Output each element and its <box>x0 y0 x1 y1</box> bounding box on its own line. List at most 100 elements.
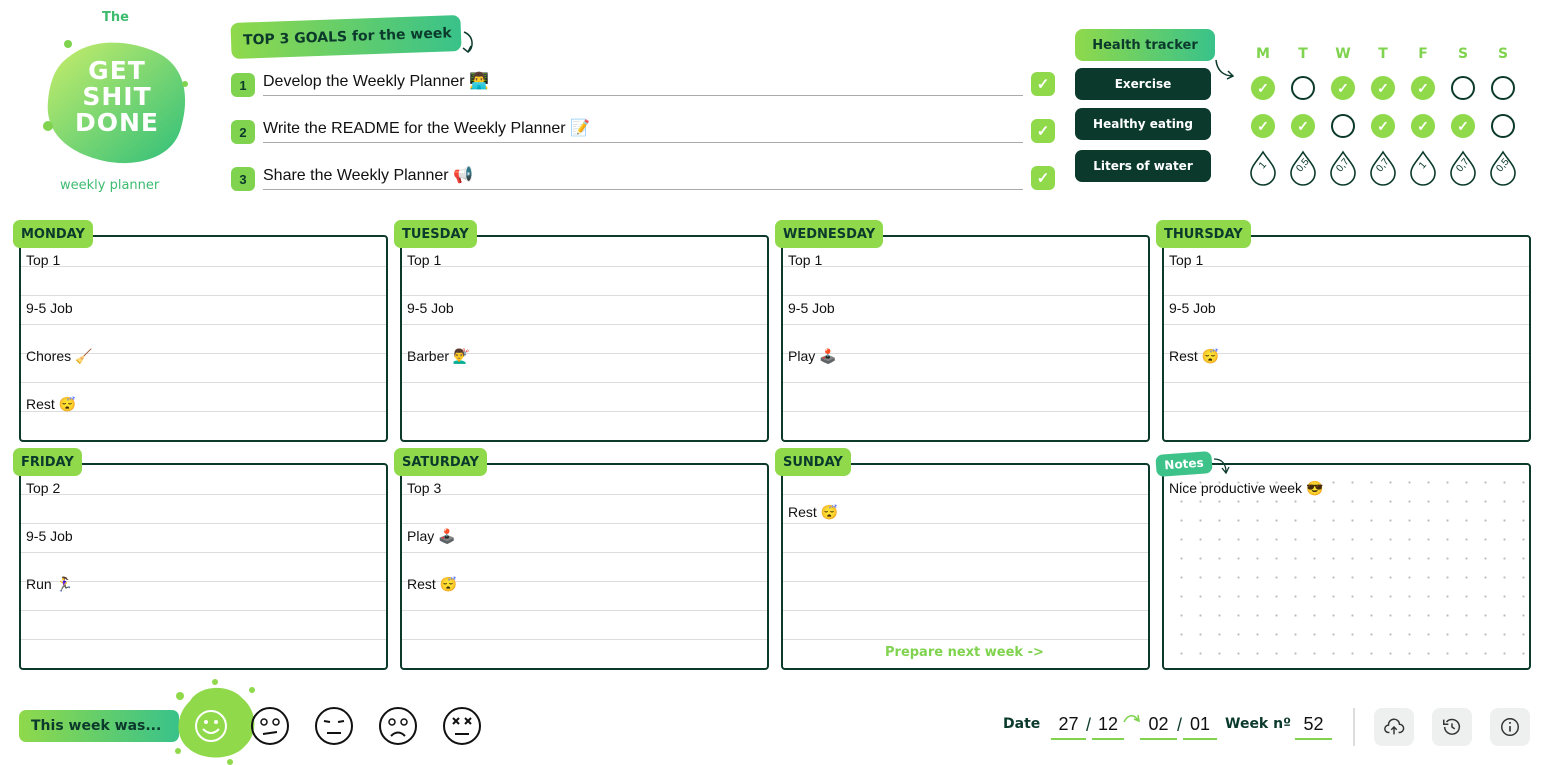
date-to-day-input[interactable]: 02 <box>1140 712 1177 740</box>
exercise-checkbox[interactable]: ✓ <box>1371 76 1395 100</box>
water-drop-input[interactable]: 0,5 <box>1288 150 1318 186</box>
history-icon <box>1443 718 1461 735</box>
water-drop-input[interactable]: 0,7 <box>1328 150 1358 186</box>
day-card-saturday[interactable]: Top 3 Play 🕹️ Rest 😴 <box>400 463 769 670</box>
ruled-line <box>1164 324 1529 325</box>
day-card-monday[interactable]: Top 1 9-5 Job Chores 🧹 Rest 😴 <box>19 235 388 442</box>
goal-input[interactable]: Share the Weekly Planner 📢 <box>263 164 1023 190</box>
goal-checkbox[interactable]: ✓ <box>1031 72 1055 96</box>
day-entry[interactable]: 9-5 Job <box>788 300 835 316</box>
ruled-line <box>402 382 767 383</box>
mood-meh-icon[interactable] <box>314 706 354 746</box>
info-button[interactable] <box>1490 708 1530 746</box>
info-icon <box>1501 718 1519 736</box>
day-entry[interactable]: Rest 😴 <box>1169 348 1219 365</box>
exercise-checkbox[interactable] <box>1291 76 1315 100</box>
ruled-line <box>1164 382 1529 383</box>
water-drop-input[interactable]: 0,7 <box>1448 150 1478 186</box>
goal-checkbox[interactable]: ✓ <box>1031 166 1055 190</box>
eating-checkbox[interactable] <box>1331 114 1355 138</box>
day-card-wednesday[interactable]: Top 1 9-5 Job Play 🕹️ <box>781 235 1150 442</box>
water-drop-input[interactable]: 1 <box>1248 150 1278 186</box>
date-separator: / <box>1177 715 1183 735</box>
day-card-sunday[interactable]: Rest 😴 <box>781 463 1150 670</box>
mood-dead-icon[interactable] <box>442 706 482 746</box>
logo-line-2: SHIT <box>82 82 152 111</box>
water-drop-input[interactable]: 0,7 <box>1368 150 1398 186</box>
exercise-checkbox[interactable] <box>1451 76 1475 100</box>
goal-input[interactable]: Write the README for the Weekly Planner … <box>263 117 1023 143</box>
ruled-line <box>783 552 1148 553</box>
day-entry[interactable]: Barber 💇‍♂️ <box>407 348 470 365</box>
mood-neutral-icon[interactable] <box>250 706 290 746</box>
ruled-line <box>21 639 386 640</box>
exercise-checkbox[interactable]: ✓ <box>1411 76 1435 100</box>
this-week-was-label: This week was... <box>19 710 179 742</box>
ruled-line <box>783 610 1148 611</box>
day-entry[interactable]: 9-5 Job <box>407 300 454 316</box>
day-card-tuesday[interactable]: Top 1 9-5 Job Barber 💇‍♂️ <box>400 235 769 442</box>
day-entry[interactable]: Rest 😴 <box>407 576 457 593</box>
date-separator: / <box>1086 715 1092 735</box>
water-drop-input[interactable]: 0,5 <box>1488 150 1518 186</box>
healthy-eating-label: Healthy eating <box>1075 108 1211 140</box>
ruled-line <box>402 266 767 267</box>
day-entry[interactable]: Run 🏃‍♀️ <box>26 576 73 593</box>
prepare-next-week-link[interactable]: Prepare next week -> <box>885 645 1044 660</box>
history-button[interactable] <box>1432 708 1472 746</box>
eating-checkbox[interactable]: ✓ <box>1371 114 1395 138</box>
eating-checkbox[interactable]: ✓ <box>1251 114 1275 138</box>
goal-input[interactable]: Develop the Weekly Planner 👨‍💻 <box>263 70 1023 96</box>
day-entry[interactable]: Play 🕹️ <box>407 528 456 545</box>
day-entry[interactable]: Top 3 <box>407 480 441 496</box>
day-entry[interactable]: Top 1 <box>788 252 822 268</box>
day-entry[interactable]: Top 2 <box>26 480 60 496</box>
tracker-day-label: S <box>1497 46 1509 62</box>
day-entry[interactable]: Top 1 <box>26 252 60 268</box>
upload-button[interactable] <box>1374 708 1414 746</box>
day-entry[interactable]: Chores 🧹 <box>26 348 92 365</box>
goal-row: 3 Share the Weekly Planner 📢 ✓ <box>231 164 1057 192</box>
ruled-line <box>402 639 767 640</box>
ruled-line <box>21 324 386 325</box>
logo-title: GET SHIT DONE <box>52 58 182 136</box>
goal-number: 1 <box>231 73 255 97</box>
date-to-month-input[interactable]: 01 <box>1183 712 1217 740</box>
exercise-checkbox[interactable] <box>1491 76 1515 100</box>
goals-heading: TOP 3 GOALS for the week <box>230 14 462 60</box>
exercise-checkbox[interactable]: ✓ <box>1251 76 1275 100</box>
day-entry[interactable]: Rest 😴 <box>26 396 76 413</box>
exercise-label: Exercise <box>1075 68 1211 100</box>
mood-splash-happy-icon[interactable] <box>170 676 260 765</box>
mood-sad-icon[interactable] <box>378 706 418 746</box>
notes-text[interactable]: Nice productive week 😎 <box>1169 480 1323 497</box>
ruled-line <box>402 523 767 524</box>
date-from-day-input[interactable]: 27 <box>1051 712 1086 740</box>
tracker-day-label: F <box>1418 46 1428 62</box>
date-from-month-input[interactable]: 12 <box>1092 712 1124 740</box>
goal-checkbox[interactable]: ✓ <box>1031 119 1055 143</box>
ruled-line <box>783 581 1148 582</box>
week-number-input[interactable]: 52 <box>1295 712 1332 740</box>
exercise-checkbox[interactable]: ✓ <box>1331 76 1355 100</box>
notes-card[interactable]: Nice productive week 😎 <box>1162 463 1531 670</box>
day-entry[interactable]: Play 🕹️ <box>788 348 837 365</box>
eating-checkbox[interactable]: ✓ <box>1411 114 1435 138</box>
eating-checkbox[interactable] <box>1491 114 1515 138</box>
day-entry[interactable]: Top 1 <box>407 252 441 268</box>
day-entry[interactable]: 9-5 Job <box>26 528 73 544</box>
logo-subtitle: weekly planner <box>60 178 160 193</box>
ruled-line <box>1164 295 1529 296</box>
day-entry[interactable]: 9-5 Job <box>1169 300 1216 316</box>
day-entry[interactable]: Top 1 <box>1169 252 1203 268</box>
eating-checkbox[interactable]: ✓ <box>1291 114 1315 138</box>
water-drop-input[interactable]: 1 <box>1408 150 1438 186</box>
cloud-upload-icon <box>1384 718 1405 735</box>
date-label: Date <box>1003 716 1041 732</box>
eating-checkbox[interactable]: ✓ <box>1451 114 1475 138</box>
day-card-thursday[interactable]: Top 1 9-5 Job Rest 😴 <box>1162 235 1531 442</box>
day-entry[interactable]: Rest 😴 <box>788 504 838 521</box>
day-card-friday[interactable]: Top 2 9-5 Job Run 🏃‍♀️ <box>19 463 388 670</box>
day-entry[interactable]: 9-5 Job <box>26 300 73 316</box>
ruled-line <box>783 494 1148 495</box>
